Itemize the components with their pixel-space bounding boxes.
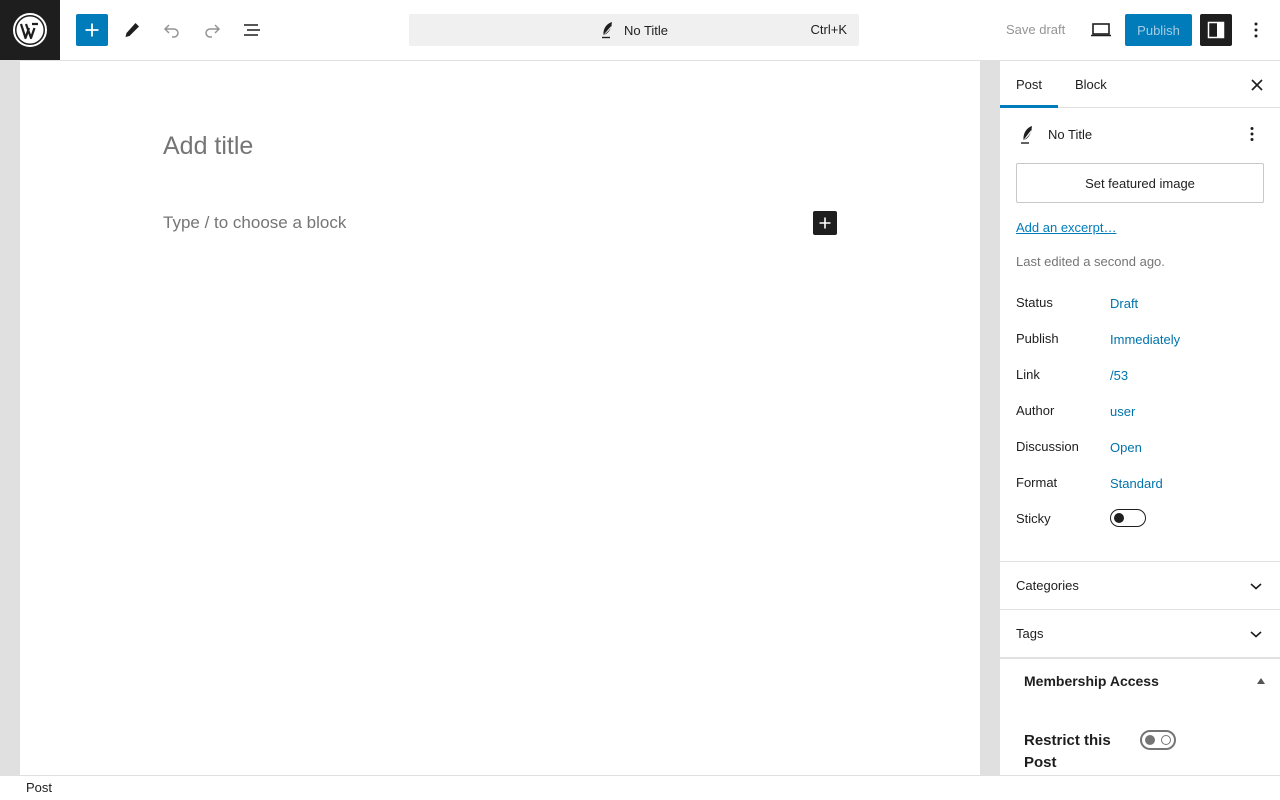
discussion-label: Discussion <box>1016 439 1079 454</box>
categories-panel-toggle[interactable]: Categories <box>1000 561 1280 609</box>
restrict-post-toggle[interactable] <box>1140 730 1176 750</box>
undo-button[interactable] <box>156 14 188 46</box>
publish-button[interactable]: Publish <box>1125 14 1192 46</box>
sidebar-icon <box>1207 21 1225 39</box>
tab-block[interactable]: Block <box>1059 61 1123 108</box>
publish-label: Publish <box>1016 331 1059 346</box>
status-label: Status <box>1016 295 1053 310</box>
settings-sidebar-toggle[interactable] <box>1200 14 1232 46</box>
permalink-button[interactable]: /53 <box>1110 368 1128 383</box>
status-value-button[interactable]: Draft <box>1110 296 1138 311</box>
toggle-knob <box>1145 735 1155 745</box>
chevron-down-icon <box>1250 583 1262 590</box>
link-label: Link <box>1016 367 1040 382</box>
close-sidebar-button[interactable] <box>1245 73 1269 97</box>
block-breadcrumb-bar: Post <box>0 775 1280 800</box>
tools-button[interactable] <box>116 14 148 46</box>
pencil-icon <box>125 23 139 37</box>
plus-icon <box>819 217 831 229</box>
list-view-icon <box>244 24 260 36</box>
post-title-input[interactable]: Add title <box>163 132 253 161</box>
breadcrumb-post[interactable]: Post <box>26 780 52 795</box>
editor-header: No Title Ctrl+K Save draft Publish <box>0 0 1280 61</box>
wordpress-icon <box>13 13 47 47</box>
sidebar-tabs: Post Block <box>1000 61 1280 108</box>
settings-sidebar: Post Block No Title Set featured image A… <box>999 61 1280 775</box>
chevron-down-icon <box>1250 631 1262 638</box>
close-icon <box>1251 79 1263 91</box>
more-vertical-icon <box>1254 22 1258 38</box>
discussion-button[interactable]: Open <box>1110 440 1142 455</box>
block-appender[interactable]: Type / to choose a block <box>163 213 346 233</box>
sticky-label: Sticky <box>1016 511 1051 526</box>
redo-button[interactable] <box>196 14 228 46</box>
document-overview-button[interactable] <box>236 14 268 46</box>
post-actions-button[interactable] <box>1240 122 1264 146</box>
block-inserter-button[interactable] <box>76 14 108 46</box>
plus-icon <box>85 23 99 37</box>
undo-icon <box>163 24 179 38</box>
redo-icon <box>205 24 221 38</box>
publish-date-button[interactable]: Immediately <box>1110 332 1180 347</box>
post-quill-icon <box>601 22 612 39</box>
command-shortcut: Ctrl+K <box>810 22 847 37</box>
format-button[interactable]: Standard <box>1110 476 1163 491</box>
more-vertical-icon <box>1250 127 1254 141</box>
inline-block-inserter-button[interactable] <box>813 211 837 235</box>
add-excerpt-link[interactable]: Add an excerpt… <box>1016 220 1116 235</box>
set-featured-image-button[interactable]: Set featured image <box>1016 163 1264 203</box>
author-button[interactable]: user <box>1110 404 1135 419</box>
caret-up-icon[interactable] <box>1257 678 1265 684</box>
format-label: Format <box>1016 475 1058 490</box>
last-edited-text: Last edited a second ago. <box>1016 254 1165 269</box>
membership-access-title[interactable]: Membership Access <box>1024 673 1159 689</box>
command-palette-bar[interactable]: No Title Ctrl+K <box>409 14 859 46</box>
command-title: No Title <box>409 14 859 46</box>
restrict-post-label: Restrict this Post <box>1024 732 1111 771</box>
preview-button[interactable] <box>1085 14 1117 46</box>
desktop-preview-icon <box>1091 23 1111 37</box>
categories-panel-title: Categories <box>1016 578 1079 593</box>
options-menu-button[interactable] <box>1240 14 1272 46</box>
tags-panel-title: Tags <box>1016 626 1044 641</box>
post-card-title: No Title <box>1048 127 1093 142</box>
membership-access-panel: Membership Access Restrict this Post <box>1000 657 1280 775</box>
sticky-toggle[interactable] <box>1110 509 1146 527</box>
editor-canvas[interactable] <box>20 61 980 775</box>
author-label: Author <box>1016 403 1055 418</box>
tab-post[interactable]: Post <box>1000 61 1058 108</box>
tags-panel-toggle[interactable]: Tags <box>1000 609 1280 657</box>
save-draft-button[interactable]: Save draft <box>996 14 1075 46</box>
toggle-off-indicator <box>1161 735 1171 745</box>
wordpress-logo-button[interactable] <box>0 0 60 60</box>
post-quill-icon <box>1021 126 1032 144</box>
command-title-text: No Title <box>623 22 669 38</box>
toggle-knob <box>1114 513 1124 523</box>
